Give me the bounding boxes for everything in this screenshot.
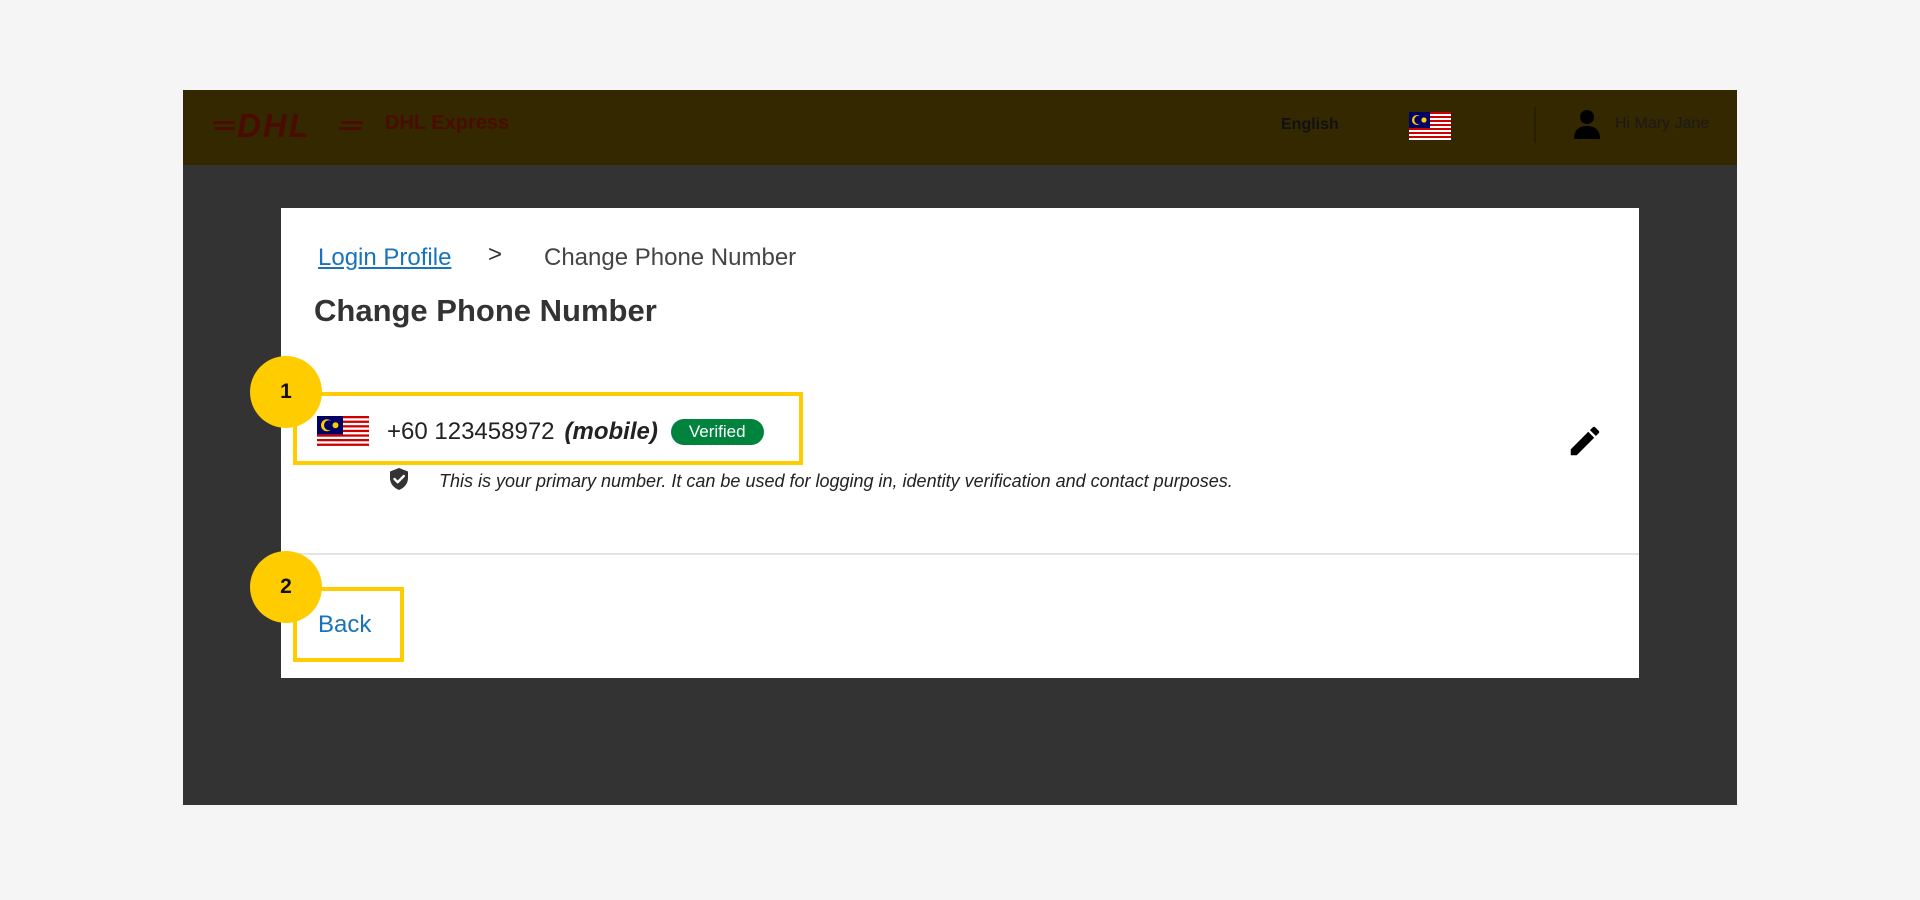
language-selector[interactable]: English (1281, 116, 1339, 134)
user-greeting[interactable]: Hi Mary Jane (1615, 115, 1709, 133)
primary-number-note: This is your primary number. It can be u… (439, 471, 1233, 491)
dhl-logo[interactable]: DHL (213, 106, 363, 146)
breadcrumb-separator: > (488, 241, 503, 268)
logo-text: DHL (237, 107, 311, 144)
annotation-highlight-1 (293, 392, 803, 465)
section-divider (281, 553, 1639, 555)
shield-check-icon (390, 468, 408, 490)
top-navigation-bar: DHL DHL Express English Hi Mary Jane (183, 90, 1737, 165)
header-divider (1534, 107, 1536, 143)
malaysia-flag-icon[interactable] (1409, 112, 1451, 140)
brand-name: DHL Express (385, 112, 510, 134)
annotation-badge-1: 1 (250, 356, 322, 428)
user-icon[interactable] (1571, 108, 1603, 140)
breadcrumb-current: Change Phone Number (544, 244, 797, 271)
annotation-badge-2: 2 (250, 551, 322, 623)
page-title: Change Phone Number (314, 293, 657, 328)
pencil-icon[interactable] (1566, 422, 1604, 460)
breadcrumb-login-profile[interactable]: Login Profile (318, 244, 451, 272)
